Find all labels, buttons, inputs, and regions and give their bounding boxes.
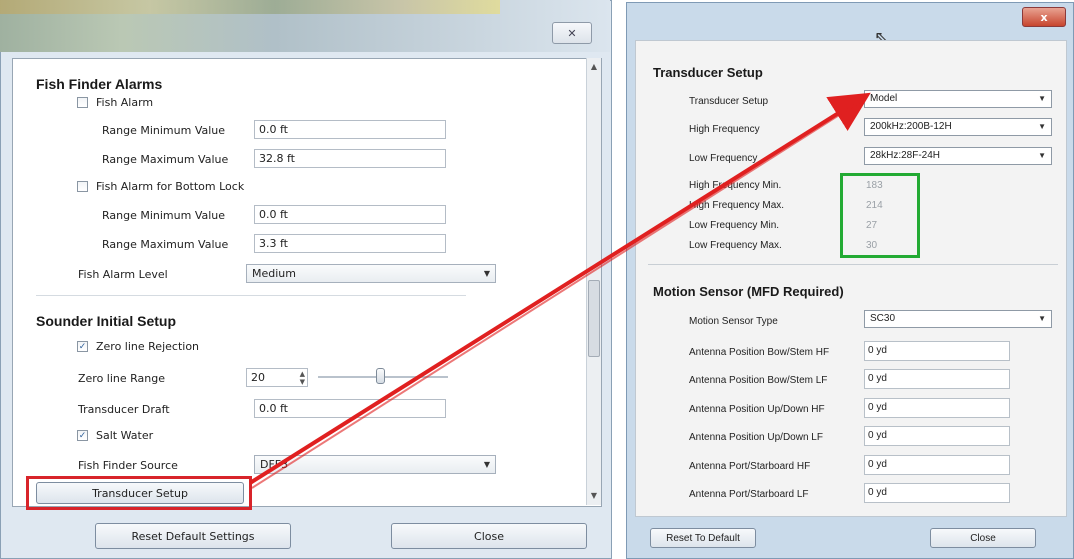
antenna-updown-lf-label: Antenna Position Up/Down LF [689,432,823,443]
antenna-updown-lf-input[interactable]: 0 yd [864,426,1010,446]
low-frequency-select[interactable]: 28kHz:28F-24H ▼ [864,147,1052,165]
stepper-arrows-icon[interactable]: ▲ ▼ [300,370,305,386]
zero-line-rejection-label: Zero line Rejection [96,340,200,353]
zero-line-range-stepper[interactable]: 20 ▲ ▼ [246,368,308,387]
chevron-down-icon: ▼ [1038,314,1046,323]
fish-alarm-checkbox[interactable] [77,97,88,108]
reset-default-settings-button[interactable]: Reset Default Settings [95,523,291,549]
range-min-input[interactable]: 0.0 ft [254,120,446,139]
antenna-port-lf-label: Antenna Port/Starboard LF [689,489,809,500]
chevron-down-icon: ▼ [1038,94,1046,103]
antenna-updown-hf-label: Antenna Position Up/Down HF [689,404,825,415]
salt-water-label: Salt Water [96,429,154,442]
low-frequency-max-label: Low Frequency Max. [689,240,782,251]
motion-sensor-type-select[interactable]: SC30 ▼ [864,310,1052,328]
zero-line-range-slider-thumb[interactable] [376,368,385,384]
close-button[interactable]: x [1022,7,1066,27]
close-icon: x [1040,10,1048,24]
chevron-down-icon: ▼ [1038,151,1046,160]
high-frequency-select[interactable]: 200kHz:200B-12H ▼ [864,118,1052,136]
section-divider [648,264,1058,265]
bottom-lock-range-max-input[interactable]: 3.3 ft [254,234,446,253]
section-title-motion-sensor: Motion Sensor (MFD Required) [653,284,844,299]
bottom-lock-range-min-label: Range Minimum Value [102,209,226,222]
zero-line-range-label: Zero line Range [78,372,166,385]
salt-water-checkbox[interactable]: ✓ [77,430,88,441]
antenna-port-hf-label: Antenna Port/Starboard HF [689,461,811,472]
antenna-bow-hf-label: Antenna Position Bow/Stem HF [689,347,830,358]
transducer-draft-label: Transducer Draft [78,403,170,416]
bottom-lock-range-min-input[interactable]: 0.0 ft [254,205,446,224]
chevron-down-icon: ▼ [483,460,490,469]
antenna-bow-lf-input[interactable]: 0 yd [864,369,1010,389]
motion-sensor-type-label: Motion Sensor Type [689,316,778,327]
reset-to-default-button[interactable]: Reset To Default [650,528,756,548]
section-title-transducer-setup: Transducer Setup [653,65,763,80]
fish-finder-source-select[interactable]: DFF3 ▼ [254,455,496,474]
transducer-setup-label: Transducer Setup [689,96,769,107]
background-map-strip [0,0,500,14]
fish-alarm-level-label: Fish Alarm Level [78,268,168,281]
section-title-sounder-initial-setup: Sounder Initial Setup [36,313,177,329]
scroll-down-icon[interactable]: ▼ [587,489,601,503]
highlight-box-frequency-values [840,173,920,258]
range-max-label: Range Maximum Value [102,153,229,166]
zero-line-rejection-checkbox[interactable]: ✓ [77,341,88,352]
highlight-box-transducer-setup [26,476,252,510]
left-close-button[interactable]: Close [391,523,587,549]
scroll-up-icon[interactable]: ▲ [587,60,601,74]
transducer-setup-select[interactable]: Model ▼ [864,90,1052,108]
high-frequency-min-label: High Frequency Min. [689,180,782,191]
antenna-updown-hf-input[interactable]: 0 yd [864,398,1010,418]
bottom-lock-range-max-label: Range Maximum Value [102,238,229,251]
antenna-bow-hf-input[interactable]: 0 yd [864,341,1010,361]
fish-alarm-label: Fish Alarm [96,96,154,109]
low-frequency-min-label: Low Frequency Min. [689,220,780,231]
antenna-port-lf-input[interactable]: 0 yd [864,483,1010,503]
transducer-draft-input[interactable]: 0.0 ft [254,399,446,418]
high-frequency-label: High Frequency [689,124,760,135]
chevron-down-icon: ▼ [1038,122,1046,131]
section-divider [36,295,466,296]
range-min-label: Range Minimum Value [102,124,226,137]
high-frequency-max-label: High Frequency Max. [689,200,785,211]
chevron-down-icon: ▼ [483,269,490,278]
right-close-button[interactable]: Close [930,528,1036,548]
low-frequency-label: Low Frequency [689,153,758,164]
range-max-input[interactable]: 32.8 ft [254,149,446,168]
antenna-bow-lf-label: Antenna Position Bow/Stem LF [689,375,828,386]
fish-finder-source-label: Fish Finder Source [78,459,178,472]
close-icon: ✕ [567,26,577,40]
close-button[interactable]: ✕ [552,22,592,44]
bottom-lock-checkbox[interactable] [77,181,88,192]
bottom-lock-label: Fish Alarm for Bottom Lock [96,180,245,193]
section-title-fish-finder-alarms: Fish Finder Alarms [36,76,163,92]
scrollbar-thumb[interactable] [588,280,600,357]
antenna-port-hf-input[interactable]: 0 yd [864,455,1010,475]
fish-alarm-level-select[interactable]: Medium ▼ [246,264,496,283]
